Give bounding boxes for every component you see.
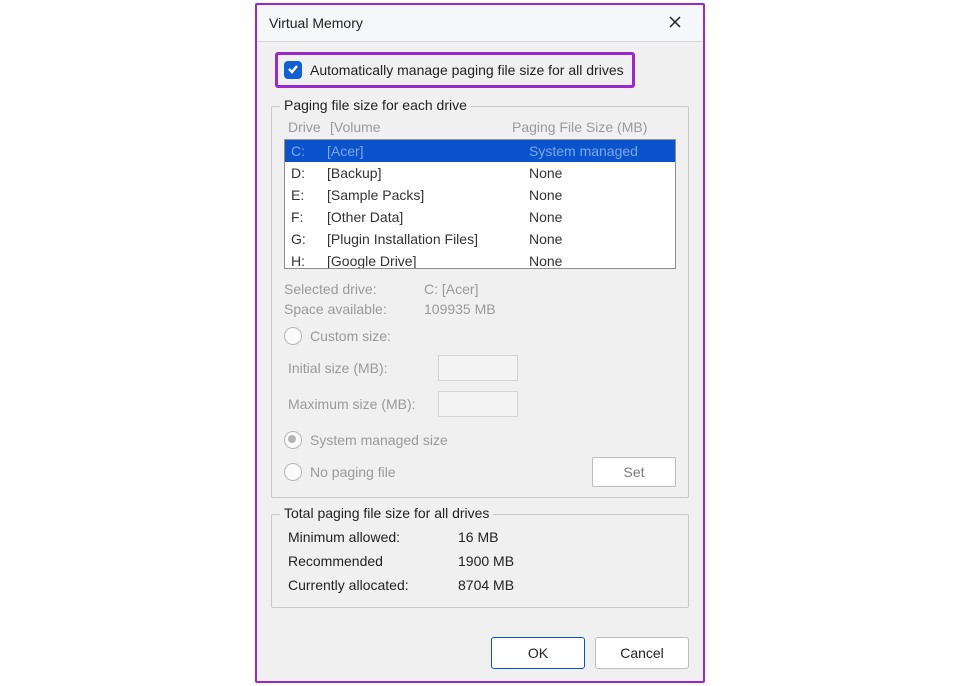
drive-volume: [Google Drive] xyxy=(327,251,529,269)
drive-letter: H: xyxy=(291,251,327,269)
window-title: Virtual Memory xyxy=(269,15,655,31)
drive-volume: [Backup] xyxy=(327,163,529,183)
space-available-label: Space available: xyxy=(284,301,424,317)
initial-size-label: Initial size (MB): xyxy=(288,360,438,376)
custom-size-label: Custom size: xyxy=(310,328,391,344)
initial-size-input[interactable] xyxy=(438,355,518,381)
check-icon xyxy=(287,62,299,78)
min-allowed-label: Minimum allowed: xyxy=(288,529,458,545)
drive-paging-size: None xyxy=(529,229,669,249)
maximum-size-label: Maximum size (MB): xyxy=(288,396,438,412)
group-legend: Paging file size for each drive xyxy=(280,97,471,113)
maximum-size-input[interactable] xyxy=(438,391,518,417)
selected-drive-value: C: [Acer] xyxy=(424,281,478,297)
drive-volume: [Acer] xyxy=(327,141,529,161)
drive-list[interactable]: C:[Acer]System managedD:[Backup]NoneE:[S… xyxy=(284,139,676,269)
system-managed-radio[interactable] xyxy=(284,431,302,449)
custom-size-radio-row[interactable]: Custom size: xyxy=(284,327,676,345)
header-size: Paging File Size (MB) xyxy=(512,119,672,135)
drive-paging-size: None xyxy=(529,251,669,269)
drive-letter: G: xyxy=(291,229,327,249)
drive-row[interactable]: G:[Plugin Installation Files]None xyxy=(285,228,675,250)
drive-volume: [Sample Packs] xyxy=(327,185,529,205)
close-icon xyxy=(669,15,681,31)
min-allowed-value: 16 MB xyxy=(458,529,498,545)
currently-allocated-value: 8704 MB xyxy=(458,577,514,593)
drive-paging-size: System managed xyxy=(529,141,669,161)
auto-manage-checkbox[interactable] xyxy=(284,61,302,79)
drive-list-headers: Drive [Volume Paging File Size (MB) xyxy=(284,117,676,139)
set-button[interactable]: Set xyxy=(592,457,676,487)
drive-row[interactable]: D:[Backup]None xyxy=(285,162,675,184)
header-volume: [Volume xyxy=(330,119,512,135)
close-button[interactable] xyxy=(655,9,695,37)
system-managed-radio-row[interactable]: System managed size xyxy=(284,431,676,449)
dialog-footer: OK Cancel xyxy=(257,627,703,681)
paging-per-drive-group: Paging file size for each drive Drive [V… xyxy=(271,106,689,498)
no-paging-radio[interactable] xyxy=(284,463,302,481)
auto-manage-highlight: Automatically manage paging file size fo… xyxy=(275,52,635,88)
header-drive: Drive xyxy=(288,119,330,135)
drive-row[interactable]: C:[Acer]System managed xyxy=(285,140,675,162)
no-paging-radio-row[interactable]: No paging file xyxy=(284,463,592,481)
recommended-value: 1900 MB xyxy=(458,553,514,569)
system-managed-label: System managed size xyxy=(310,432,448,448)
selected-drive-label: Selected drive: xyxy=(284,281,424,297)
drive-row[interactable]: H:[Google Drive]None xyxy=(285,250,675,269)
space-available-value: 109935 MB xyxy=(424,301,496,317)
drive-letter: D: xyxy=(291,163,327,183)
no-paging-label: No paging file xyxy=(310,464,396,480)
drive-volume: [Other Data] xyxy=(327,207,529,227)
recommended-label: Recommended xyxy=(288,553,458,569)
drive-letter: F: xyxy=(291,207,327,227)
drive-paging-size: None xyxy=(529,163,669,183)
drive-letter: E: xyxy=(291,185,327,205)
drive-paging-size: None xyxy=(529,185,669,205)
ok-button[interactable]: OK xyxy=(491,637,585,669)
totals-group: Total paging file size for all drives Mi… xyxy=(271,514,689,608)
cancel-button[interactable]: Cancel xyxy=(595,637,689,669)
drive-volume: [Plugin Installation Files] xyxy=(327,229,529,249)
titlebar: Virtual Memory xyxy=(257,5,703,42)
drive-row[interactable]: E:[Sample Packs]None xyxy=(285,184,675,206)
totals-legend: Total paging file size for all drives xyxy=(280,505,493,521)
drive-letter: C: xyxy=(291,141,327,161)
auto-manage-label: Automatically manage paging file size fo… xyxy=(310,62,624,78)
currently-allocated-label: Currently allocated: xyxy=(288,577,458,593)
drive-row[interactable]: F:[Other Data]None xyxy=(285,206,675,228)
custom-size-radio[interactable] xyxy=(284,327,302,345)
virtual-memory-dialog: Virtual Memory Automatically manage pagi… xyxy=(255,3,705,683)
drive-paging-size: None xyxy=(529,207,669,227)
